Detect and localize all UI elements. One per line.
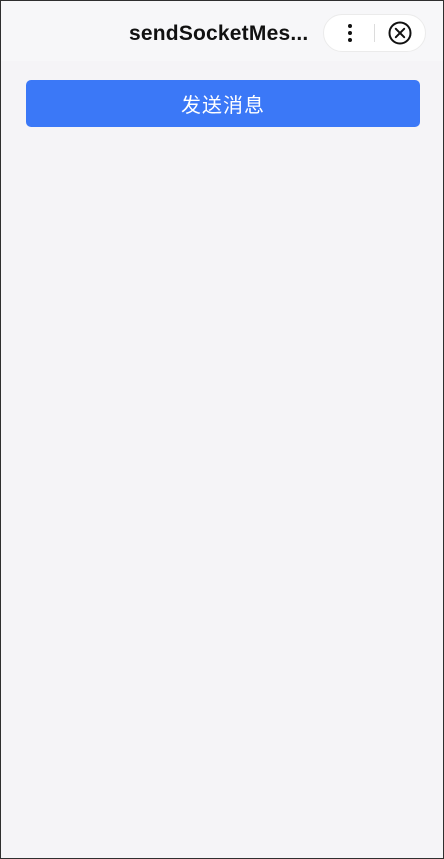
more-dots-icon (348, 24, 352, 42)
navigation-bar: sendSocketMes... (1, 1, 443, 61)
close-button[interactable] (375, 15, 425, 51)
menu-capsule (323, 14, 426, 52)
app-frame: sendSocketMes... 发送消息 (0, 0, 444, 859)
send-message-button[interactable]: 发送消息 (26, 80, 420, 127)
page-title: sendSocketMes... (129, 22, 309, 45)
close-circle-icon (388, 21, 412, 45)
more-button[interactable] (325, 15, 375, 51)
